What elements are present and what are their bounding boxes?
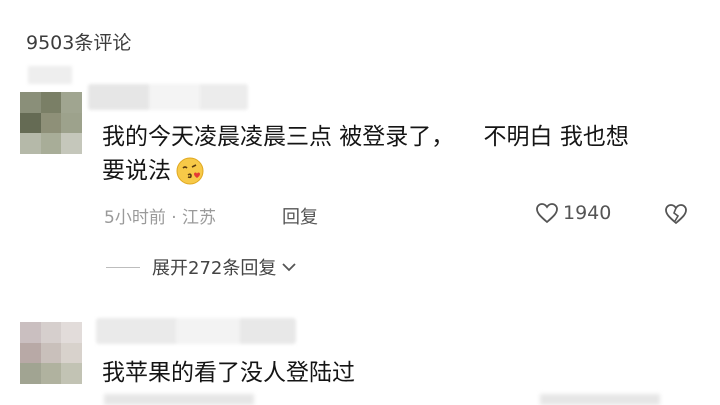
comment-text-line: 要说法 (102, 158, 171, 184)
comment-text: 我的今天凌晨凌晨三点 被登录了， 不明白 我也想 要说法 (102, 120, 702, 188)
comment-text: 我苹果的看了没人登陆过 (102, 360, 355, 386)
divider-line (106, 266, 140, 268)
username-blurred[interactable] (96, 318, 296, 344)
blurred-text (540, 394, 660, 405)
like-count: 1940 (563, 202, 612, 224)
expand-replies-button[interactable]: 展开272条回复 (106, 254, 298, 280)
broken-heart-icon (665, 204, 687, 225)
comment-text-line: 我的今天凌晨凌晨三点 被登录了， 不明白 我也想 (102, 124, 629, 150)
chevron-down-icon (282, 263, 296, 272)
comment-count-header: 9503条评论 (26, 32, 132, 54)
expand-replies-label: 展开272条回复 (152, 258, 277, 279)
avatar[interactable] (20, 92, 82, 154)
blurred-text (28, 66, 72, 84)
kiss-face-icon (176, 157, 204, 185)
reply-button[interactable]: 回复 (282, 203, 318, 229)
heart-outline-icon (536, 203, 558, 224)
username-blurred[interactable] (88, 84, 248, 110)
dislike-button[interactable] (664, 203, 688, 229)
avatar[interactable] (20, 322, 82, 384)
comment-meta: 5小时前 · 江苏 (104, 208, 217, 228)
like-button[interactable]: 1940 (535, 202, 611, 224)
blurred-text (104, 394, 254, 405)
